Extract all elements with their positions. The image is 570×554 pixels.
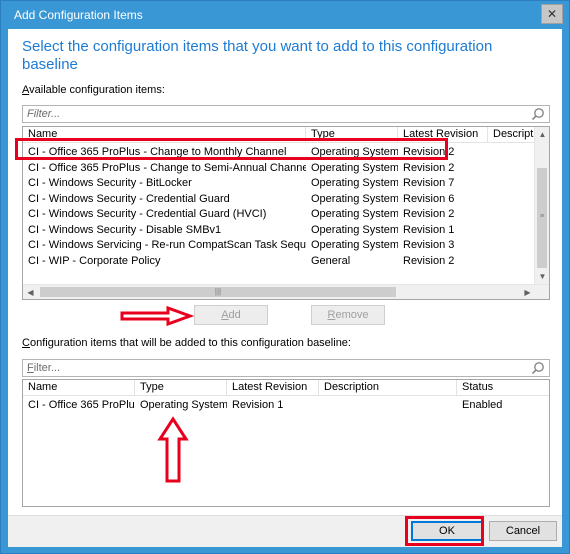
close-icon: ✕: [546, 7, 558, 21]
column-header-name[interactable]: Name: [23, 380, 135, 396]
title-bar[interactable]: Add Configuration Items ✕: [1, 1, 569, 29]
table-row[interactable]: CI - Windows Security - Credential Guard…: [23, 206, 536, 222]
scroll-down-icon[interactable]: ▼: [535, 269, 549, 284]
row-description: [319, 397, 457, 413]
filter-accesskey: F: [27, 362, 34, 374]
available-filter-placeholder: Filter...: [27, 108, 61, 120]
row-name: CI - Office 365 ProPlus - Change to Semi…: [28, 161, 306, 174]
remove-button-label: emove: [335, 309, 369, 321]
selected-items-label: Configuration items that will be added t…: [22, 337, 351, 349]
row-type: Operating System: [311, 146, 398, 158]
arrow-right-icon: [120, 305, 195, 327]
row-name: CI - Office 365 ProPlus...: [28, 399, 135, 411]
remove-button[interactable]: Remove: [311, 305, 385, 325]
row-revision: Revision 2: [403, 146, 455, 158]
add-button[interactable]: Add: [194, 305, 268, 325]
row-revision: Revision 7: [403, 177, 455, 189]
row-type: Operating System: [311, 208, 398, 220]
table-row[interactable]: CI - Windows Security - BitLocker Operati…: [23, 175, 536, 191]
available-items-list[interactable]: Name Type Latest Revision Descriptio CI …: [22, 126, 550, 300]
row-status: Enabled: [462, 399, 503, 411]
row-name: CI - Windows Security - Disable SMBv1: [28, 223, 222, 236]
row-name: CI - Office 365 ProPlus - Change to Mont…: [28, 146, 287, 158]
dialog-window: Add Configuration Items ✕ Select the con…: [0, 0, 570, 554]
scroll-up-icon[interactable]: ▲: [535, 127, 549, 142]
row-revision: Revision 1: [232, 399, 284, 411]
selected-filter-placeholder: Filter...: [27, 362, 60, 374]
grip-icon: ≡: [539, 213, 545, 220]
row-type: General: [311, 254, 351, 267]
available-list-header: Name Type Latest Revision Descriptio: [23, 127, 536, 143]
table-row[interactable]: CI - Windows Security - Disable SMBv1 Ope…: [23, 222, 536, 238]
row-revision: Revision 2: [403, 208, 455, 220]
column-header-description[interactable]: Descriptio: [488, 127, 536, 143]
table-row[interactable]: CI - Office 365 ProPlus... Operating Sys…: [23, 397, 549, 413]
column-header-type[interactable]: Type: [306, 127, 398, 143]
page-title: Select the configuration items that you …: [22, 38, 493, 73]
table-row[interactable]: CI - WIP - Corporate Policy General Revisi…: [23, 253, 536, 269]
horizontal-scrollbar-thumb[interactable]: |||: [40, 287, 396, 297]
row-name: CI - Windows Security - BitLocker: [28, 177, 192, 189]
row-type: Operating System: [140, 399, 227, 411]
dialog-footer: OK Cancel: [8, 515, 562, 547]
column-header-type[interactable]: Type: [135, 380, 227, 396]
scroll-right-icon[interactable]: ▶: [520, 285, 535, 299]
selected-list-header: Name Type Latest Revision Description St…: [23, 380, 549, 396]
row-revision: Revision 2: [403, 254, 455, 267]
row-type: Operating System: [311, 192, 398, 205]
scroll-left-icon[interactable]: ◀: [23, 285, 38, 299]
selected-filter-input[interactable]: Filter...: [22, 359, 550, 377]
available-items-label: Available configuration items:: [22, 84, 165, 96]
horizontal-grip-icon: |||: [214, 287, 222, 296]
scrollbar-thumb[interactable]: ≡: [537, 168, 547, 268]
row-name: CI - Windows Security - Credential Guard: [28, 192, 230, 205]
column-header-name[interactable]: Name: [23, 127, 306, 143]
column-header-description[interactable]: Description: [319, 380, 457, 396]
available-filter-input[interactable]: Filter...: [22, 105, 550, 123]
row-name: CI - Windows Security - Credential Guard…: [28, 208, 267, 220]
row-type: Operating System: [311, 161, 398, 174]
add-button-label: dd: [228, 309, 241, 321]
column-header-status[interactable]: Status: [457, 380, 549, 396]
row-revision: Revision 2: [403, 161, 455, 174]
row-revision: Revision 1: [403, 223, 455, 236]
row-name: CI - Windows Servicing - Re-run CompatSc…: [28, 239, 306, 251]
row-revision: Revision 6: [403, 192, 455, 205]
row-name: CI - WIP - Corporate Policy: [28, 254, 161, 267]
available-vertical-scrollbar[interactable]: ▲ ≡ ▼: [534, 127, 549, 284]
search-icon[interactable]: [531, 361, 545, 375]
row-type: Operating System: [311, 177, 398, 189]
table-row[interactable]: CI - Office 365 ProPlus - Change to Semi…: [23, 160, 536, 176]
ok-button[interactable]: OK: [411, 521, 483, 541]
selected-filter-text: ilter...: [33, 362, 61, 374]
search-icon[interactable]: [531, 107, 545, 121]
row-type: Operating System: [311, 223, 398, 236]
selected-label-text: onfiguration items that will be added to…: [29, 337, 351, 349]
selected-label-accesskey: C: [22, 337, 30, 349]
close-button[interactable]: ✕: [541, 4, 563, 24]
column-header-latest-revision[interactable]: Latest Revision: [227, 380, 319, 396]
table-row[interactable]: CI - Office 365 ProPlus - Change to Mont…: [23, 144, 536, 160]
scrollbar-corner: [535, 285, 549, 299]
row-revision: Revision 3: [403, 239, 455, 251]
cancel-button[interactable]: Cancel: [489, 521, 557, 541]
column-header-latest-revision[interactable]: Latest Revision: [398, 127, 488, 143]
available-horizontal-scrollbar[interactable]: ◀ ||| ▶: [23, 284, 549, 299]
table-row[interactable]: CI - Windows Security - Credential Guard…: [23, 191, 536, 207]
available-label-text: vailable configuration items:: [29, 84, 165, 96]
arrow-up-icon: [157, 416, 189, 483]
dialog-client: Select the configuration items that you …: [8, 29, 562, 547]
selected-items-list[interactable]: Name Type Latest Revision Description St…: [22, 379, 550, 507]
window-title: Add Configuration Items: [14, 8, 143, 22]
row-type: Operating System: [311, 239, 398, 251]
table-row[interactable]: CI - Windows Servicing - Re-run CompatSc…: [23, 237, 536, 253]
add-accesskey: A: [221, 309, 229, 321]
